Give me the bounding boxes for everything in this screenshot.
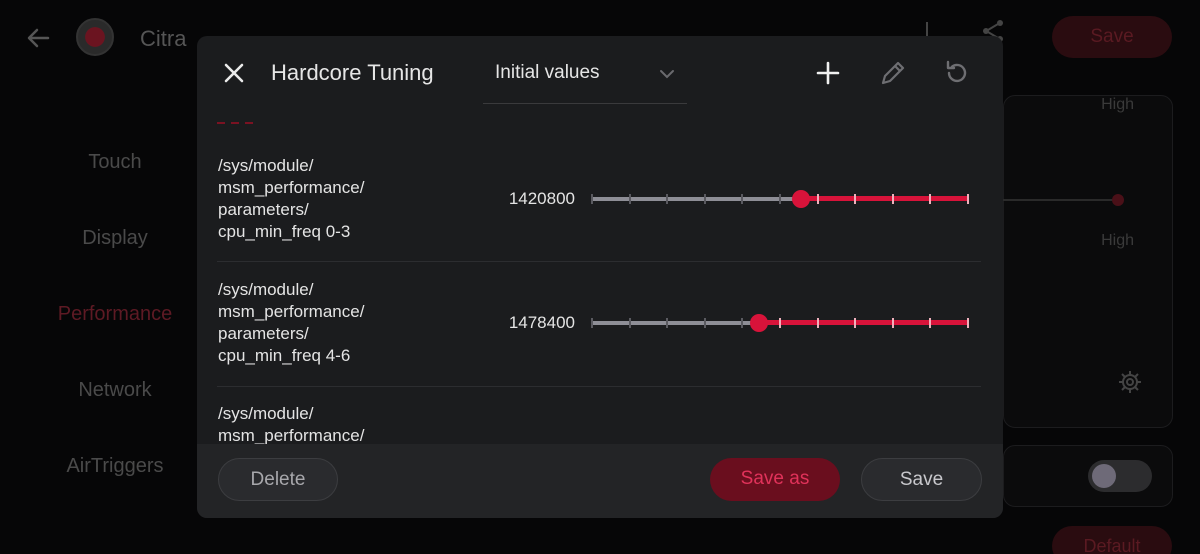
level-label: High bbox=[1101, 96, 1134, 113]
toggle-switch[interactable] bbox=[1088, 460, 1152, 492]
slider-tick bbox=[817, 194, 819, 204]
level-label: High bbox=[1101, 232, 1134, 249]
param-path: /sys/module/ msm_performance/ parameters… bbox=[218, 156, 365, 241]
dialog-footer: Delete Save as Save bbox=[197, 444, 1003, 518]
param-row: /sys/module/ msm_performance/ parameters… bbox=[197, 137, 1003, 262]
param-value: 1420800 bbox=[508, 189, 575, 208]
param-path: /sys/module/ msm_performance/ bbox=[218, 404, 365, 445]
slider-track-active bbox=[759, 320, 969, 325]
param-path: /sys/module/ msm_performance/ parameters… bbox=[218, 280, 365, 365]
slider-thumb[interactable] bbox=[792, 190, 810, 208]
app-title: Citra bbox=[140, 26, 187, 51]
back-arrow-icon[interactable] bbox=[22, 22, 54, 54]
slider-tick bbox=[779, 318, 781, 328]
preset-dropdown[interactable]: Initial values bbox=[483, 48, 687, 104]
nav-item-airtriggers[interactable]: AirTriggers bbox=[40, 455, 190, 478]
slider-tick bbox=[892, 318, 894, 328]
default-button[interactable]: Default bbox=[1052, 526, 1172, 554]
slider-tick bbox=[967, 318, 969, 328]
dialog-title: Hardcore Tuning bbox=[271, 60, 434, 85]
settings-card: High High bbox=[1003, 95, 1173, 428]
slider-tick bbox=[629, 194, 631, 204]
save-button[interactable]: Save bbox=[861, 458, 982, 501]
slider-tick bbox=[854, 194, 856, 204]
chevron-down-icon bbox=[660, 70, 674, 79]
slider-tick bbox=[741, 318, 743, 328]
param-slider[interactable] bbox=[591, 187, 969, 211]
slider-thumb[interactable] bbox=[750, 314, 768, 332]
slider-tick bbox=[704, 194, 706, 204]
slider-tick bbox=[817, 318, 819, 328]
slider-tick bbox=[967, 194, 969, 204]
slider-tick bbox=[591, 318, 593, 328]
param-row: /sys/module/ msm_performance/ parameters… bbox=[197, 262, 1003, 387]
slider-tick bbox=[629, 318, 631, 328]
background-slider-track bbox=[1003, 199, 1123, 201]
preset-value: Initial values bbox=[495, 62, 600, 83]
pencil-icon[interactable] bbox=[878, 58, 908, 88]
slider-track-inactive bbox=[591, 321, 759, 325]
dialog-header: Hardcore Tuning Initial values bbox=[197, 36, 1003, 110]
nav-item-touch[interactable]: Touch bbox=[40, 151, 190, 174]
slider-tick bbox=[666, 318, 668, 328]
slider-tick bbox=[704, 318, 706, 328]
app-icon bbox=[76, 18, 114, 56]
save-as-button[interactable]: Save as bbox=[710, 458, 840, 501]
param-value: 1478400 bbox=[508, 313, 575, 332]
plus-icon[interactable] bbox=[813, 58, 843, 88]
slider-tick bbox=[854, 318, 856, 328]
slider-tick bbox=[741, 194, 743, 204]
parameter-list[interactable]: /sys/module/ msm_performance/ parameters… bbox=[197, 110, 1003, 474]
reset-icon[interactable] bbox=[942, 58, 972, 88]
gear-icon[interactable] bbox=[1118, 370, 1142, 394]
slider-tick bbox=[892, 194, 894, 204]
nav-item-display[interactable]: Display bbox=[40, 227, 190, 250]
nav-item-network[interactable]: Network bbox=[40, 379, 190, 402]
param-slider[interactable] bbox=[591, 311, 969, 335]
hardcore-tuning-dialog: Hardcore Tuning Initial values /sys/modu… bbox=[197, 36, 1003, 518]
slider-tick bbox=[929, 318, 931, 328]
slider-tick bbox=[779, 194, 781, 204]
slider-tick bbox=[591, 194, 593, 204]
slider-track-active bbox=[801, 196, 969, 201]
nav-item-performance[interactable]: Performance bbox=[40, 303, 190, 326]
delete-button[interactable]: Delete bbox=[218, 458, 338, 501]
slider-track-inactive bbox=[591, 197, 801, 201]
top-save-button[interactable]: Save bbox=[1052, 16, 1172, 58]
slider-tick bbox=[929, 194, 931, 204]
slider-tick bbox=[666, 194, 668, 204]
background-slider-thumb bbox=[1112, 194, 1124, 206]
scrolled-content-fragment bbox=[217, 122, 253, 124]
close-icon[interactable] bbox=[217, 56, 251, 90]
